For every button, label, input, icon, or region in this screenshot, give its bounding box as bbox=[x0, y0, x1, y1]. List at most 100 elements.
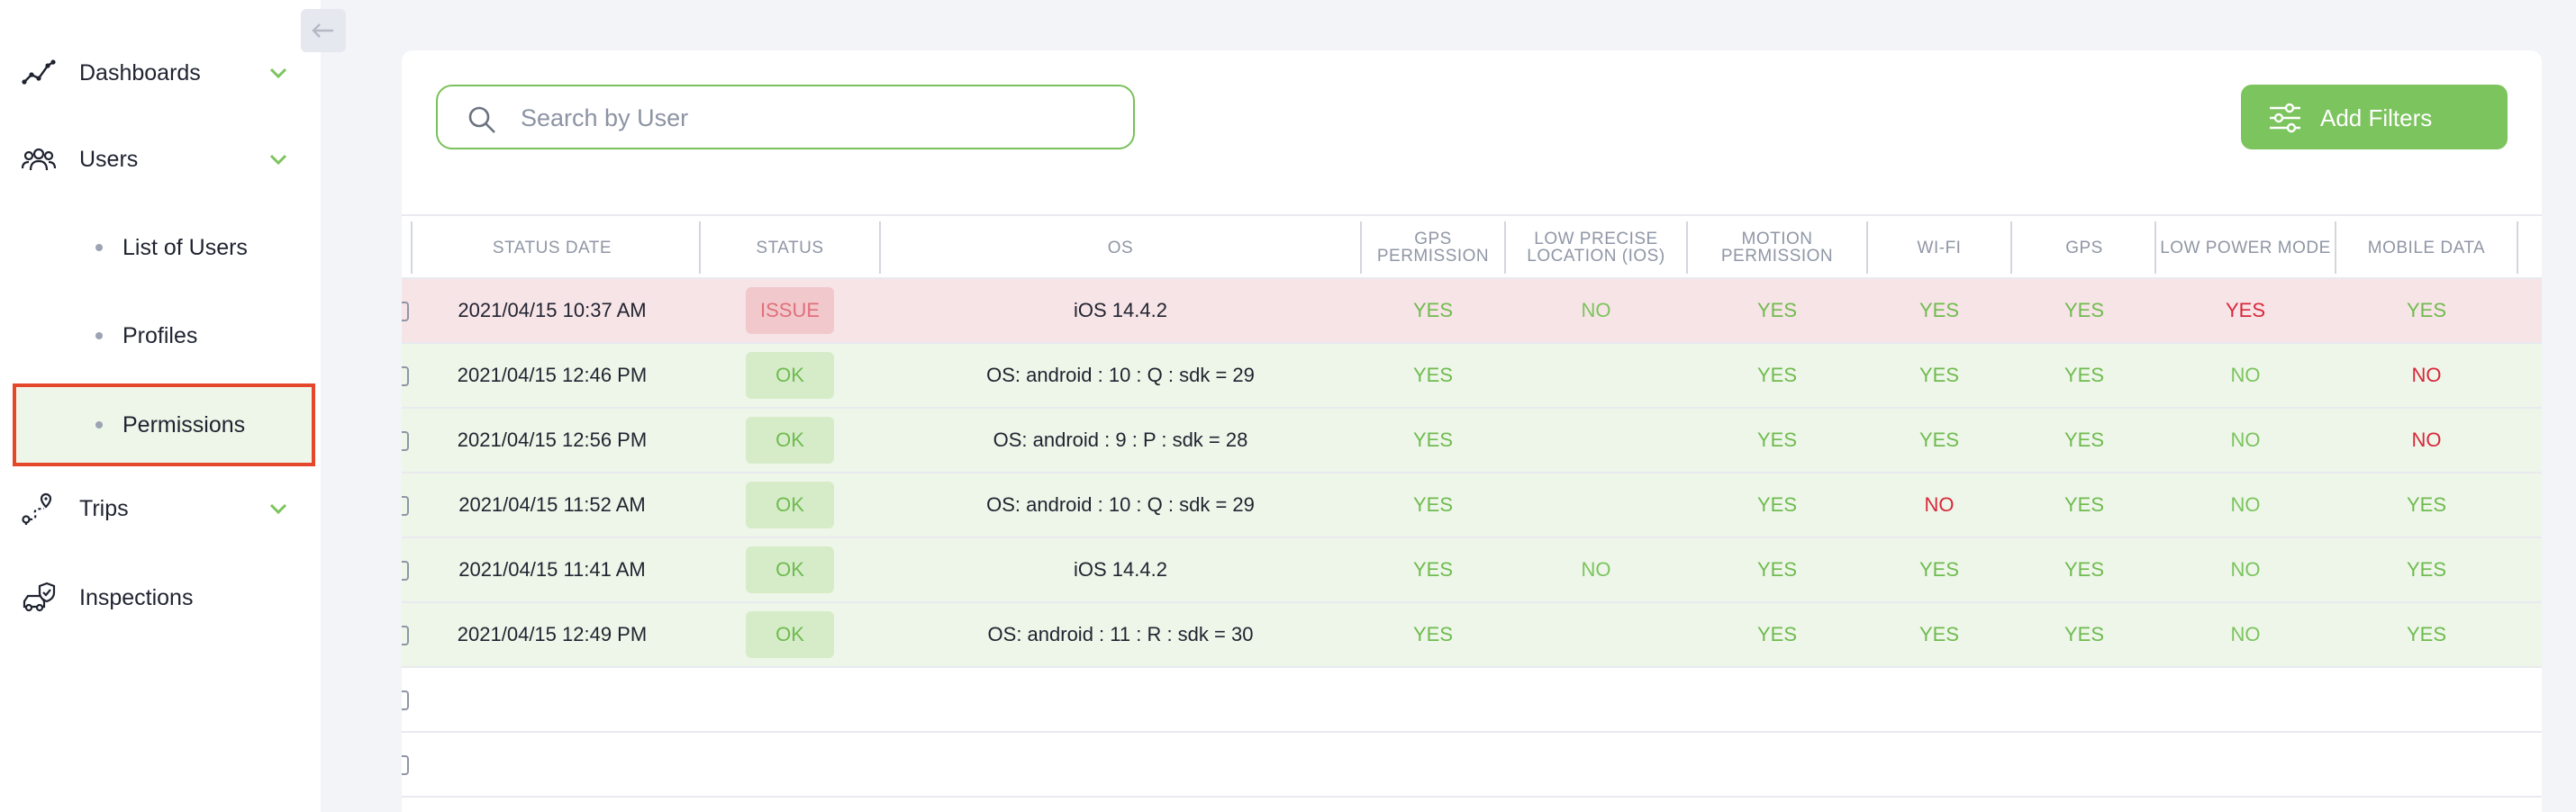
header-wifi[interactable]: WI-FI bbox=[1868, 216, 2010, 279]
cell-motion: YES bbox=[1688, 409, 1866, 472]
cell-value: NO bbox=[2230, 623, 2261, 645]
cell-low-precise: NO bbox=[1506, 279, 1686, 342]
cell-status: OK bbox=[701, 538, 879, 601]
cell-value: YES bbox=[2064, 364, 2105, 386]
cell-motion: YES bbox=[1688, 344, 1866, 407]
collapse-sidebar-button[interactable] bbox=[301, 9, 346, 52]
cell-value: YES bbox=[2064, 558, 2105, 581]
cell-value: 2021/04/15 12:49 PM bbox=[457, 623, 648, 645]
cell-value: YES bbox=[1756, 558, 1798, 581]
table-row[interactable]: 2021/04/15 11:41 AM OK iOS 14.4.2 YES NO YES Y… bbox=[402, 538, 2542, 603]
header-gps-permission[interactable]: GPS PERMISSION bbox=[1362, 216, 1504, 279]
cell-os: OS: android : 11 : R : sdk = 30 bbox=[881, 603, 1360, 666]
header-line: PERMISSION bbox=[1376, 247, 1490, 266]
sidebar-item-inspections[interactable]: Inspections bbox=[0, 566, 321, 629]
cell-wifi: YES bbox=[1868, 409, 2010, 472]
cell-value: NO bbox=[1581, 558, 1611, 581]
table-row[interactable]: 2021/04/15 11:52 AM OK OS: android : 10 : … bbox=[402, 474, 2542, 538]
cell-motion: YES bbox=[1688, 279, 1866, 342]
cell-value: OS: android : 10 : Q : sdk = 29 bbox=[986, 364, 1255, 386]
cell-mobile-data: NO bbox=[2336, 409, 2517, 472]
sidebar-item-label: Inspections bbox=[79, 584, 194, 610]
chevron-down-icon[interactable] bbox=[267, 148, 290, 171]
cell-value: YES bbox=[1412, 364, 1454, 386]
cell-value: iOS 14.4.2 bbox=[1074, 299, 1167, 321]
cell-value: NO bbox=[2230, 558, 2261, 581]
header-motion-permission[interactable]: MOTION PERMISSION bbox=[1688, 216, 1866, 279]
arrow-left-icon bbox=[312, 23, 333, 38]
status-badge: OK bbox=[746, 352, 834, 399]
table-row[interactable]: 2021/04/15 12:49 PM OK OS: android : 11 : … bbox=[402, 603, 2542, 668]
row-checkbox[interactable] bbox=[402, 431, 409, 451]
cell-gps-perm: YES bbox=[1362, 538, 1504, 601]
sidebar-item-label: Trips bbox=[79, 495, 129, 521]
cell-value: YES bbox=[1412, 299, 1454, 321]
header-mobile-data[interactable]: MOBILE DATA bbox=[2336, 216, 2517, 279]
sidebar-subitem-profiles[interactable]: Profiles bbox=[14, 297, 315, 374]
table-row[interactable]: 2021/04/15 10:37 AM ISSUE iOS 14.4.2 YES NO Y… bbox=[402, 279, 2542, 344]
cell-wifi: YES bbox=[1868, 279, 2010, 342]
cell-value: YES bbox=[1756, 364, 1798, 386]
row-checkbox[interactable] bbox=[402, 561, 409, 581]
header-low-precise-location[interactable]: LOW PRECISE LOCATION (IOS) bbox=[1506, 216, 1686, 279]
row-checkbox[interactable] bbox=[402, 302, 409, 321]
row-checkbox[interactable] bbox=[402, 366, 409, 386]
cell-value: iOS 14.4.2 bbox=[1074, 558, 1167, 581]
cell-value: YES bbox=[1412, 493, 1454, 516]
search-input[interactable] bbox=[521, 95, 1115, 140]
cell-gps: YES bbox=[2012, 409, 2156, 472]
add-filters-button[interactable]: Add Filters bbox=[2241, 85, 2508, 149]
sidebar-item-dashboards[interactable]: Dashboards bbox=[0, 41, 321, 104]
cell-wifi: YES bbox=[1868, 603, 2010, 666]
cell-low-power: NO bbox=[2156, 603, 2335, 666]
cell-os: OS: android : 10 : Q : sdk = 29 bbox=[881, 344, 1360, 407]
users-icon bbox=[20, 140, 58, 178]
cell-mobile-data: YES bbox=[2336, 474, 2517, 537]
sidebar-item-users[interactable]: Users bbox=[0, 128, 321, 191]
chevron-down-icon[interactable] bbox=[267, 61, 290, 85]
permissions-card: Add Filters STATUS DATE STATUS OS GPS PE… bbox=[402, 50, 2542, 812]
cell-value: 2021/04/15 12:56 PM bbox=[457, 429, 648, 451]
cell-date: 2021/04/15 11:52 AM bbox=[413, 474, 692, 537]
cell-low-precise bbox=[1506, 344, 1686, 407]
cell-value: OS: android : 11 : R : sdk = 30 bbox=[987, 623, 1254, 645]
cell-low-power: YES bbox=[2156, 279, 2335, 342]
table-row[interactable]: 2021/04/15 12:46 PM OK OS: android : 10 : … bbox=[402, 344, 2542, 409]
cell-gps-perm: YES bbox=[1362, 409, 1504, 472]
row-checkbox[interactable] bbox=[402, 690, 409, 710]
chevron-down-icon[interactable] bbox=[267, 497, 290, 520]
header-status-date[interactable]: STATUS DATE bbox=[413, 216, 692, 279]
status-badge: ISSUE bbox=[746, 287, 834, 334]
table-row-empty[interactable] bbox=[402, 668, 2542, 733]
cell-value: YES bbox=[2064, 493, 2105, 516]
header-low-power-mode[interactable]: LOW POWER MODE bbox=[2156, 216, 2335, 279]
sidebar-item-trips[interactable]: Trips bbox=[0, 477, 321, 540]
header-os[interactable]: OS bbox=[881, 216, 1360, 279]
search-box[interactable] bbox=[436, 85, 1135, 149]
cell-status: ISSUE bbox=[701, 279, 879, 342]
cell-value: 2021/04/15 10:37 AM bbox=[458, 299, 647, 321]
table-row[interactable]: 2021/04/15 12:56 PM OK OS: android : 9 : P… bbox=[402, 409, 2542, 474]
header-status[interactable]: STATUS bbox=[701, 216, 879, 279]
header-gps[interactable]: GPS bbox=[2012, 216, 2156, 279]
cell-value: YES bbox=[1412, 623, 1454, 645]
sidebar-subitem-list-of-users[interactable]: List of Users bbox=[14, 209, 315, 286]
cell-value: NO bbox=[2411, 429, 2442, 451]
sidebar-subitem-permissions[interactable]: Permissions bbox=[13, 383, 315, 466]
cell-low-precise bbox=[1506, 603, 1686, 666]
row-checkbox[interactable] bbox=[402, 496, 409, 516]
cell-motion: YES bbox=[1688, 538, 1866, 601]
cell-gps-perm: YES bbox=[1362, 344, 1504, 407]
table-row-empty[interactable] bbox=[402, 733, 2542, 798]
row-checkbox[interactable] bbox=[402, 755, 409, 775]
cell-value: YES bbox=[1756, 299, 1798, 321]
cell-gps: YES bbox=[2012, 344, 2156, 407]
cell-value: 2021/04/15 12:46 PM bbox=[457, 364, 648, 386]
sidebar-subitem-label: Profiles bbox=[122, 322, 198, 348]
bullet-icon bbox=[95, 421, 103, 429]
row-checkbox[interactable] bbox=[402, 626, 409, 645]
cell-gps: YES bbox=[2012, 603, 2156, 666]
header-line: MOTION bbox=[1741, 230, 1813, 248]
cell-value: NO bbox=[2230, 493, 2261, 516]
cell-value: YES bbox=[1918, 429, 1960, 451]
